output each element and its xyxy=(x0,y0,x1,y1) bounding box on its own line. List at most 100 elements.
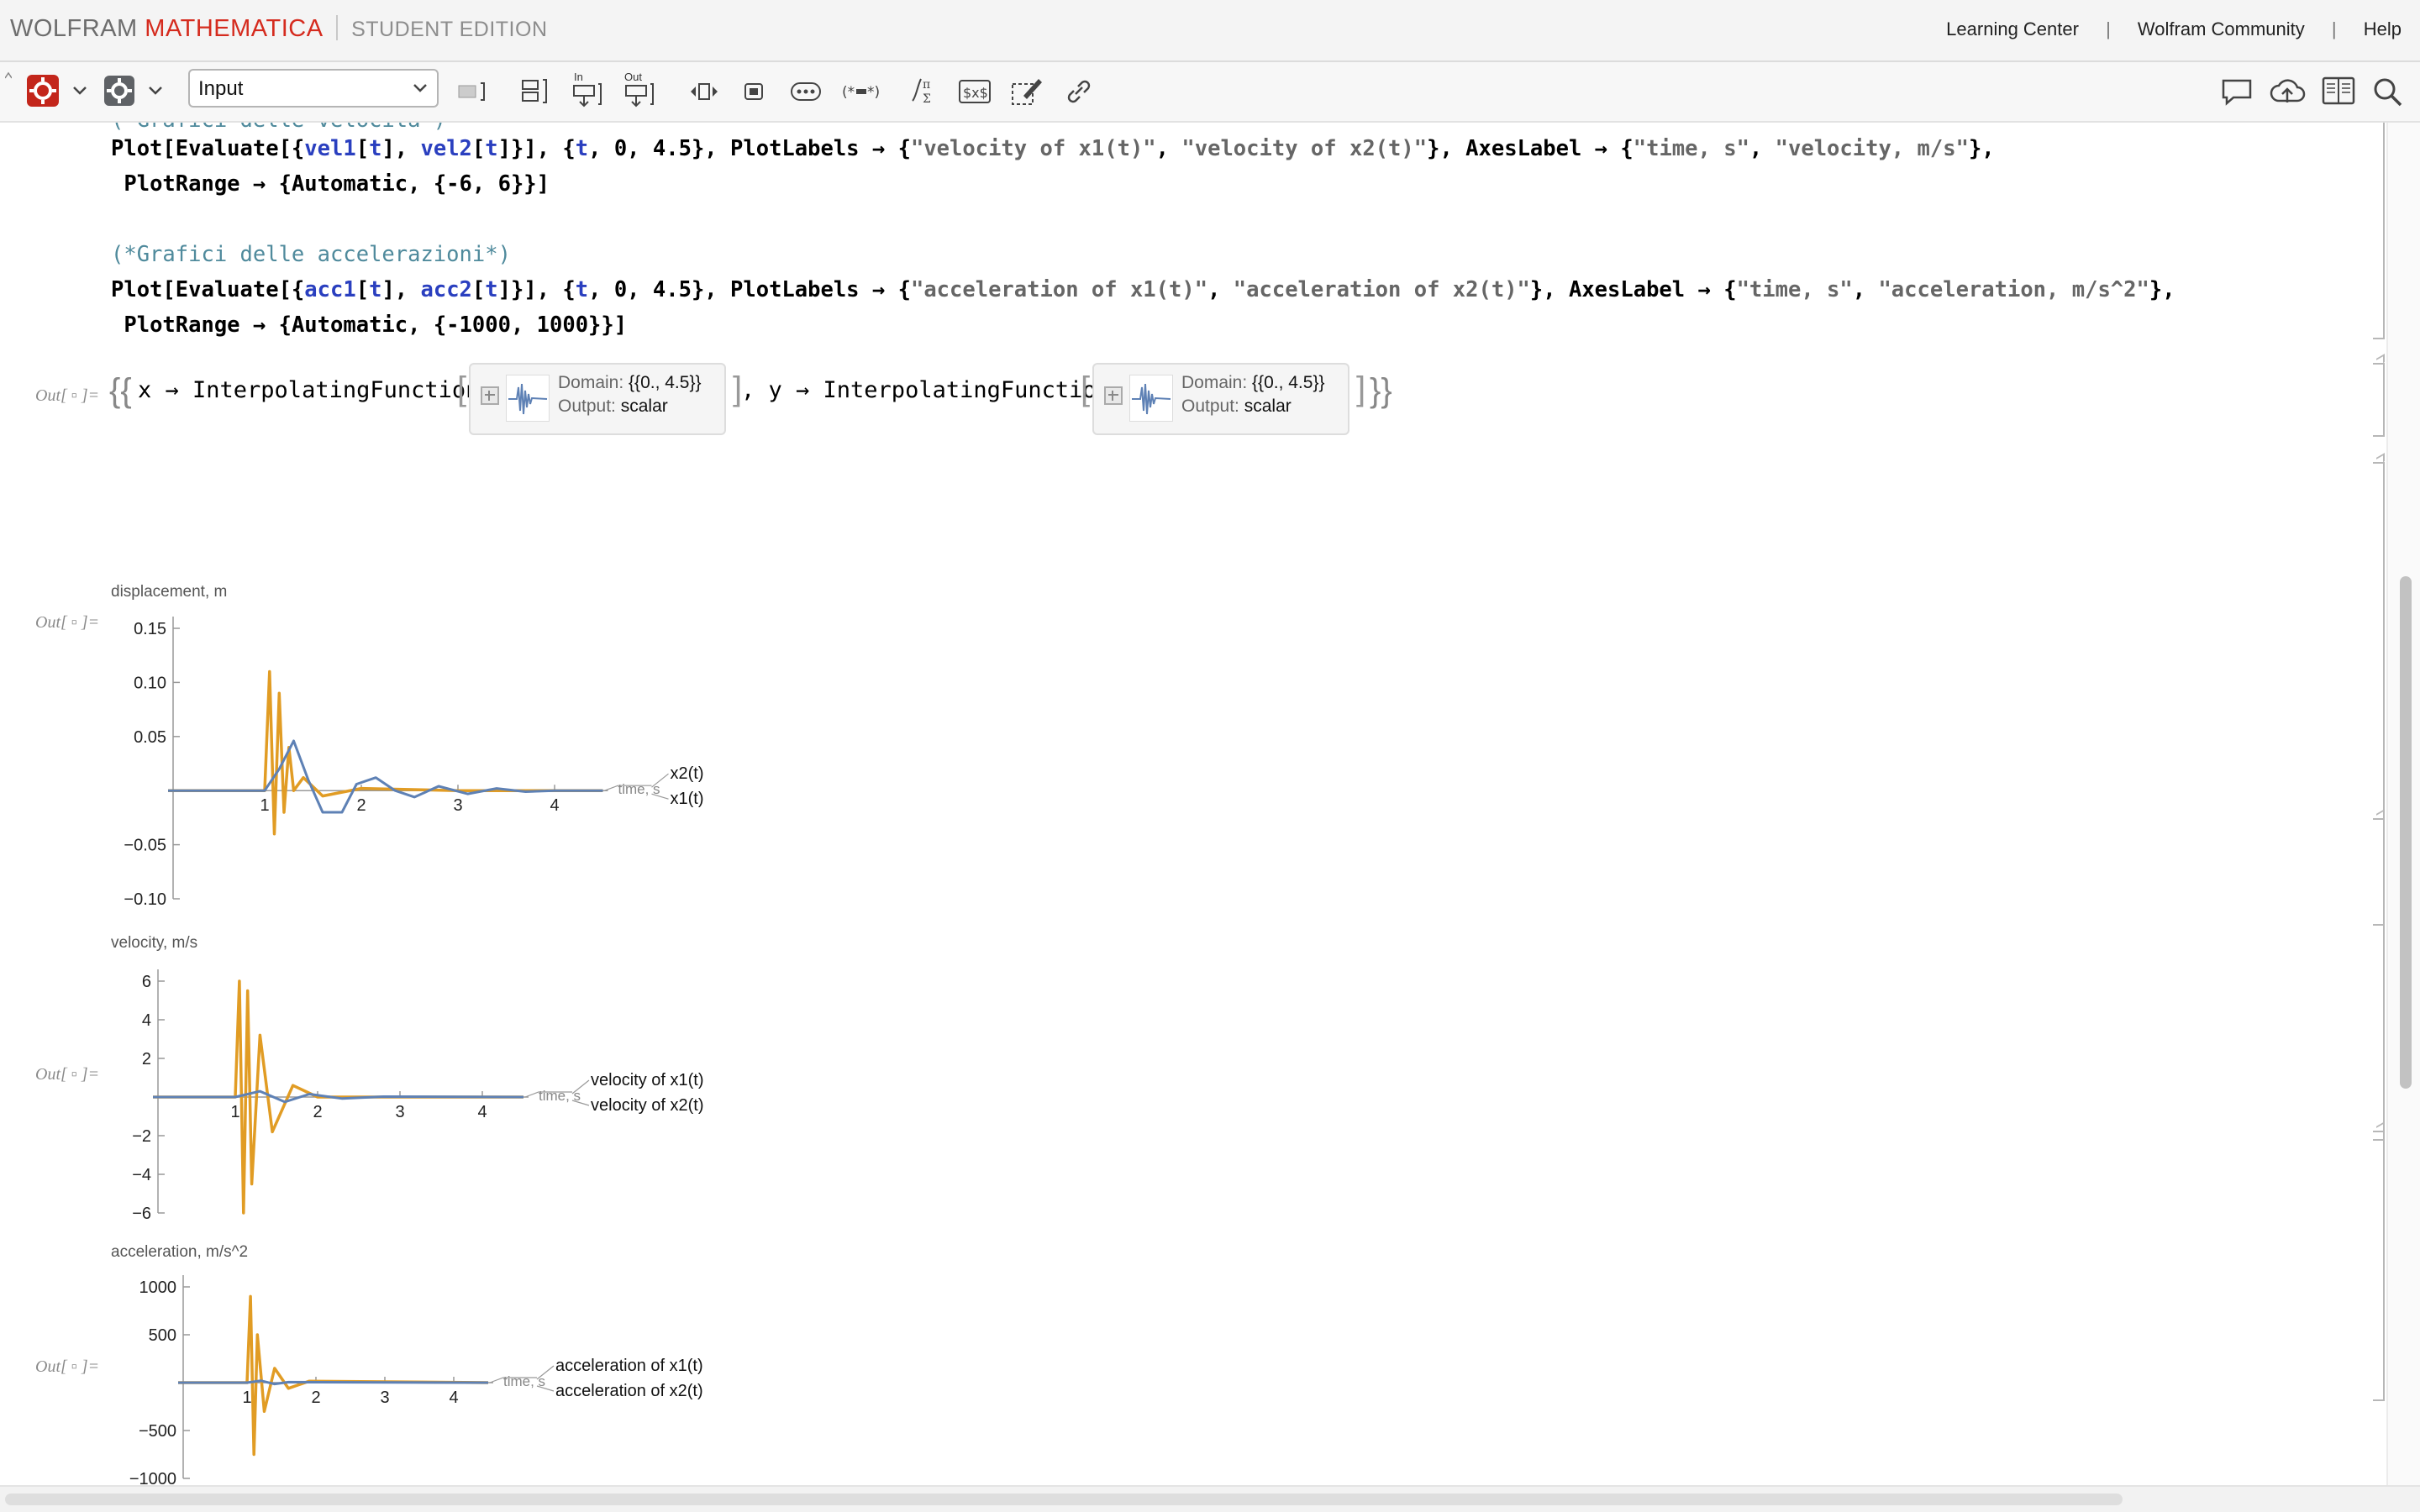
out-label: Out xyxy=(624,71,642,83)
product-brand: WOLFRAM MATHEMATICA STUDENT EDITION xyxy=(10,15,548,43)
evaluate-gear-icon[interactable] xyxy=(25,74,60,108)
out-label: Out[ ▫ ]= xyxy=(35,1065,100,1084)
svg-text:(*: (* xyxy=(842,84,855,101)
template-input-icon[interactable] xyxy=(687,79,721,104)
series-label: velocity of x2(t) xyxy=(591,1096,703,1115)
x-tick-label: 2 xyxy=(356,796,366,815)
ellipsis-icon[interactable] xyxy=(790,79,822,104)
link-separator: | xyxy=(2106,18,2111,39)
output-cell-bracket[interactable] xyxy=(2373,1121,2385,1401)
expand-icon[interactable] xyxy=(481,386,499,405)
documentation-icon[interactable] xyxy=(2321,74,2356,108)
code-line-2[interactable]: PlotRange → {Automatic, {-6, 6}}] xyxy=(111,171,550,197)
iconize-icon[interactable] xyxy=(741,79,766,104)
x-tick-label: 2 xyxy=(313,1103,322,1121)
comment-accelerations[interactable]: (*Grafici delle accelerazioni*) xyxy=(111,242,511,267)
split-cells-icon[interactable] xyxy=(519,77,550,106)
y-tick-label: 0.10 xyxy=(134,674,166,692)
vertical-scroll-thumb[interactable] xyxy=(2400,576,2412,1089)
y-tick-label: 500 xyxy=(149,1326,176,1345)
series-line-1 xyxy=(168,669,603,836)
svg-text:π: π xyxy=(923,78,930,92)
y-rule: , y → InterpolatingFunction xyxy=(741,377,1110,403)
x-tick-label: 3 xyxy=(380,1389,389,1407)
output-line: Output: scalar xyxy=(1181,396,1292,416)
open-bracket: [ xyxy=(1081,370,1091,407)
y-tick-label: 0.05 xyxy=(134,728,166,747)
horizontal-scroll-thumb[interactable] xyxy=(5,1494,2123,1505)
y-tick-label: 1000 xyxy=(139,1278,177,1297)
text-with-math-icon[interactable]: $x$ xyxy=(958,77,992,106)
brand-wolfram: WOLFRAM xyxy=(10,15,138,42)
output-cell-bracket[interactable] xyxy=(2373,354,2385,437)
series-label: acceleration of x2(t) xyxy=(555,1382,703,1400)
y-tick-label: −2 xyxy=(132,1127,151,1146)
drawing-tools-icon[interactable] xyxy=(1010,76,1044,108)
expand-icon[interactable] xyxy=(1104,386,1123,405)
collapse-toolbar-icon[interactable] xyxy=(4,69,13,79)
chevron-down-icon[interactable] xyxy=(71,82,89,99)
domain-line: Domain: {{0., 4.5}} xyxy=(1181,373,1325,392)
displacement-plot[interactable]: displacement, m −0.10 −0.05 0.05 0.10 0.15 1 2 3… xyxy=(101,452,706,909)
x-tick-label: 1 xyxy=(230,1103,239,1121)
vertical-scrollbar[interactable] xyxy=(2386,123,2420,1487)
x-rule: x → InterpolatingFunction xyxy=(138,377,480,403)
interpolating-function-summary-x[interactable]: Domain: {{0., 4.5}} Output: scalar xyxy=(469,363,726,435)
velocity-plot[interactable]: velocity, m/s−6−4−22461 2 3 4time, svelocit… xyxy=(101,931,706,1235)
close-bracket: ] xyxy=(1356,370,1366,407)
input-below-icon[interactable]: In xyxy=(571,71,605,109)
y-tick-label: 6 xyxy=(142,973,151,991)
chat-icon[interactable] xyxy=(2220,76,2254,108)
y-tick-label: −500 xyxy=(139,1422,176,1441)
code-line-3[interactable]: Plot[Evaluate[{acc1[t], acc2[t]}], {t, 0… xyxy=(111,277,2175,302)
cloud-upload-icon[interactable] xyxy=(2269,76,2306,108)
x-tick-label: 3 xyxy=(395,1103,404,1121)
x-tick-label: 2 xyxy=(311,1389,320,1407)
learning-center-link[interactable]: Learning Center xyxy=(1946,18,2079,39)
top-links: Learning Center | Wolfram Community | He… xyxy=(1946,18,2402,40)
series-line-1 xyxy=(178,1294,489,1457)
waveform-thumbnail-icon xyxy=(506,375,550,422)
close-brace: }} xyxy=(1370,372,1392,409)
acceleration-plot[interactable]: acceleration, m/s^2−1000−50050010001 2 3 4t… xyxy=(101,1242,706,1487)
series-label: velocity of x1(t) xyxy=(591,1071,703,1089)
math-typesetting-icon[interactable]: πΣ xyxy=(908,74,941,108)
notebook-content[interactable]: (*Grafici delle velocità*) Plot[Evaluate… xyxy=(0,123,2386,1487)
out-label: Out[ ▫ ]= xyxy=(35,386,100,405)
y-tick-label: −0.05 xyxy=(124,837,166,855)
code-line-1[interactable]: Plot[Evaluate[{vel1[t], vel2[t]}], {t, 0… xyxy=(111,136,1995,161)
horizontal-scrollbar[interactable] xyxy=(0,1485,2420,1512)
link-separator: | xyxy=(2331,18,2337,39)
svg-text:Σ: Σ xyxy=(923,92,931,106)
x-tick-label: 4 xyxy=(477,1103,487,1121)
in-label: In xyxy=(574,71,583,83)
open-brace: {{ xyxy=(109,372,132,409)
out-label: Out[ ▫ ]= xyxy=(35,613,100,632)
output-cell-bracket[interactable] xyxy=(2373,809,2385,1141)
output-line: Output: scalar xyxy=(558,396,668,416)
y-tick-label: 4 xyxy=(142,1011,151,1030)
output-below-icon[interactable]: Out xyxy=(623,71,657,109)
x-tick-label: 1 xyxy=(242,1389,251,1407)
waveform-thumbnail-icon xyxy=(1129,375,1173,422)
hyperlink-icon[interactable] xyxy=(1064,77,1094,106)
interpolating-function-summary-y[interactable]: Domain: {{0., 4.5}} Output: scalar xyxy=(1092,363,1349,435)
cell-bracket-icon[interactable] xyxy=(457,79,487,104)
notebook-toolbar: Input In Out (* *) πΣ $x$ xyxy=(0,62,2420,123)
series-label: acceleration of x1(t) xyxy=(555,1357,703,1375)
input-cell-bracket[interactable] xyxy=(2373,123,2385,339)
cell-style-select[interactable]: Input xyxy=(188,69,439,108)
notebook-settings-icon[interactable] xyxy=(103,74,136,108)
x-tick-label: 4 xyxy=(449,1389,458,1407)
open-bracket: [ xyxy=(457,370,467,407)
search-icon[interactable] xyxy=(2371,76,2405,108)
y-tick-label: 2 xyxy=(142,1050,151,1068)
code-line-4[interactable]: PlotRange → {Automatic, {-1000, 1000}}] xyxy=(111,312,627,338)
help-link[interactable]: Help xyxy=(2364,18,2402,39)
wolfram-community-link[interactable]: Wolfram Community xyxy=(2138,18,2305,39)
cell-style-value: Input xyxy=(198,77,244,100)
placeholder-icon[interactable]: (* *) xyxy=(842,79,881,104)
chevron-down-icon[interactable] xyxy=(146,82,165,99)
brand-mathematica: MATHEMATICA xyxy=(145,15,322,42)
series-label: x2(t) xyxy=(671,764,704,783)
